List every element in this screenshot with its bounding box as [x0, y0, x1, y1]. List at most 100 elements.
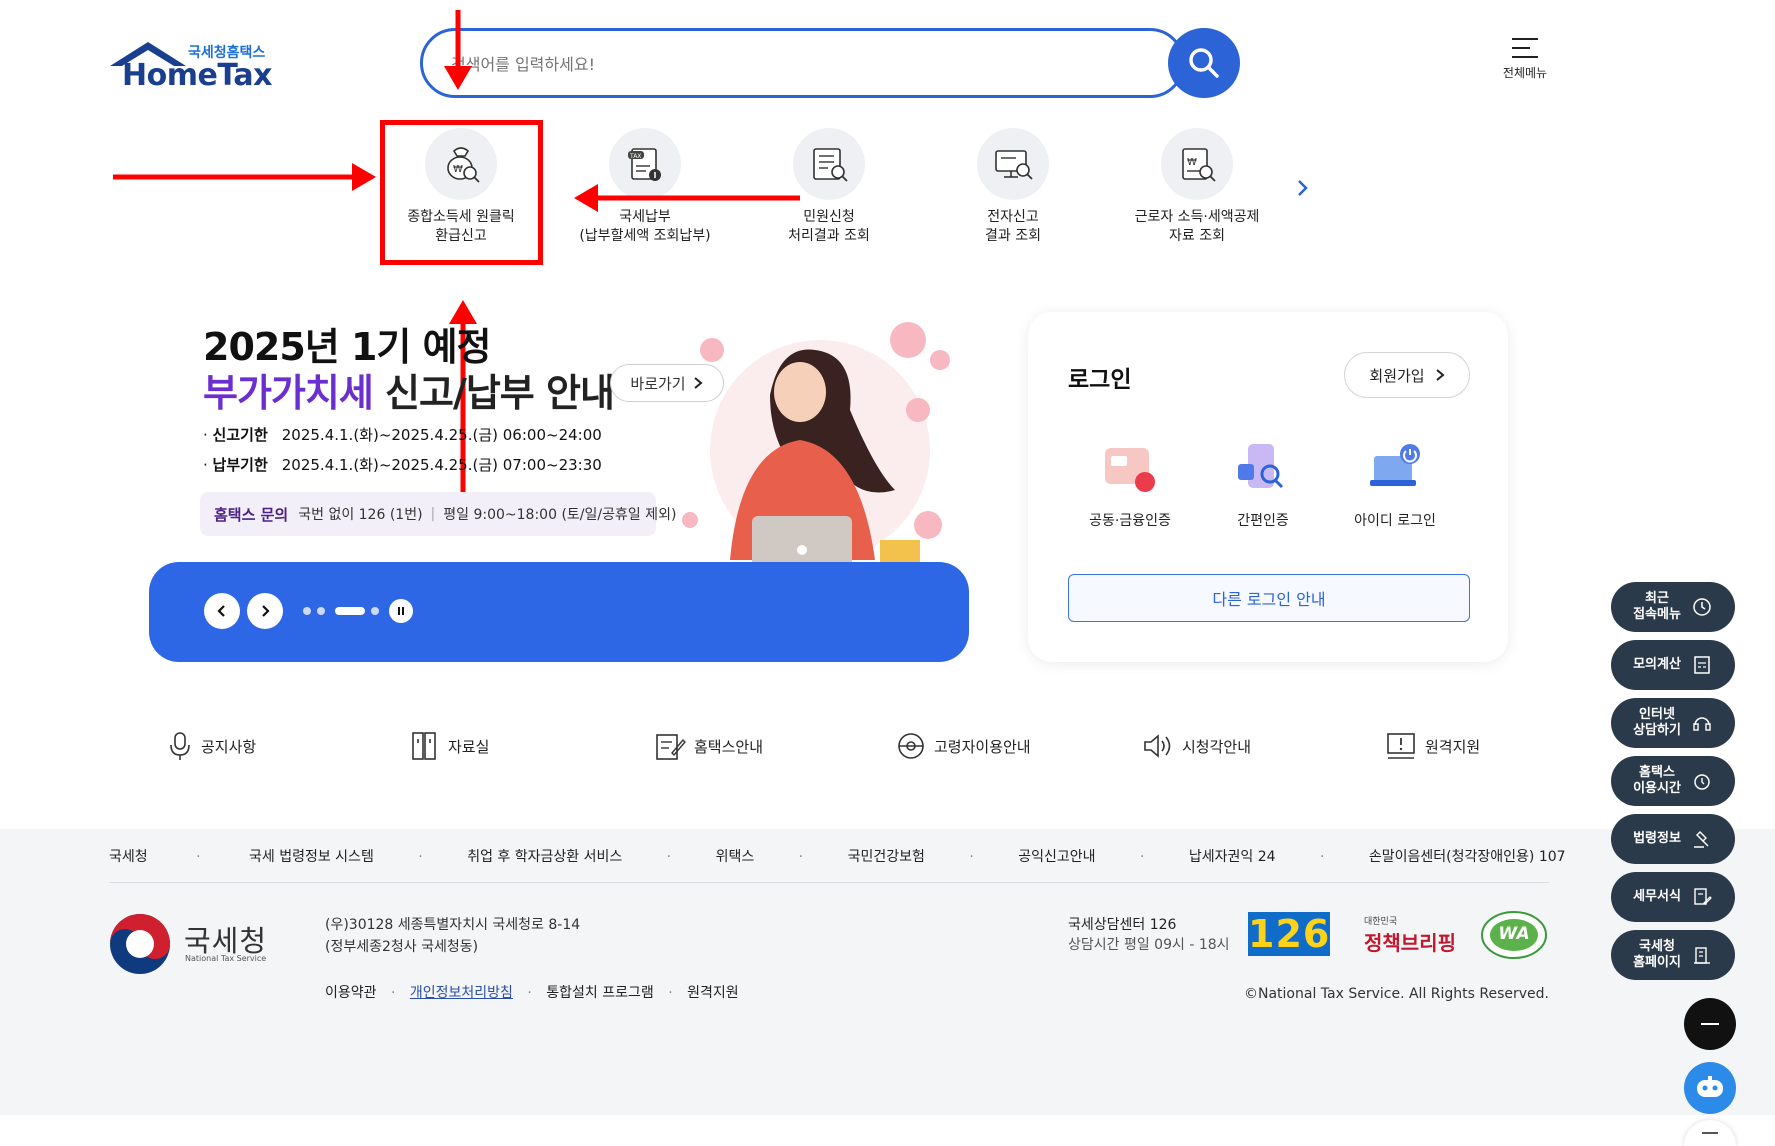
- footer-terms-link[interactable]: 이용약관: [325, 985, 377, 1001]
- side-hometax-hours[interactable]: 홈택스 이용시간: [1611, 756, 1735, 806]
- side-label-line2: 이용시간: [1633, 781, 1681, 796]
- footer-link[interactable]: 국민건강보험: [848, 849, 925, 865]
- side-label-line2: 상담하기: [1633, 723, 1681, 738]
- footer-install-link[interactable]: 통합설치 프로그램: [546, 985, 654, 1001]
- side-label-line1: 모의계산: [1633, 657, 1681, 672]
- chevron-right-icon: [1435, 369, 1445, 381]
- inquiry-phone: 국번 없이 126 (1번): [298, 507, 423, 523]
- wa-mark-logo[interactable]: WA: [1480, 910, 1548, 960]
- footer-link[interactable]: 위택스: [716, 849, 755, 865]
- footer-center-hours: 상담시간 평일 09시 - 18시: [1068, 937, 1230, 953]
- footer-link[interactable]: 취업 후 학자금상환 서비스: [467, 849, 622, 865]
- banner-title-highlight: 부가가치세: [203, 371, 374, 415]
- side-label-line1: 홈택스: [1639, 765, 1675, 780]
- badge-126-logo[interactable]: 126: [1248, 912, 1330, 956]
- login-id[interactable]: 아이디 로그인: [1340, 440, 1450, 530]
- banner-row-value: 2025.4.1.(화)~2025.4.25.(금) 06:00~24:00: [281, 426, 602, 444]
- footer-privacy-link[interactable]: 개인정보처리방침: [410, 985, 513, 1001]
- footer-center-title: 국세상담센터 126: [1068, 917, 1177, 933]
- footer-copyright: ©National Tax Service. All Rights Reserv…: [1244, 986, 1550, 1002]
- side-mock-calculation[interactable]: 모의계산: [1611, 640, 1735, 690]
- footer-link[interactable]: 공익신고안내: [1018, 849, 1095, 865]
- banner-pause-button[interactable]: [389, 599, 413, 623]
- calculator-icon: [1691, 654, 1713, 676]
- minus-icon: [1702, 1132, 1718, 1134]
- chatbot-button[interactable]: [1684, 1062, 1736, 1114]
- footer-link[interactable]: 납세자권익 24: [1189, 849, 1276, 865]
- footer-link[interactable]: 국세 법령정보 시스템: [249, 849, 374, 865]
- footer-related-links: 국세청 · 국세 법령정보 시스템 · 취업 후 학자금상환 서비스 · 위택스…: [109, 849, 1566, 865]
- side-label-line1: 최근: [1645, 591, 1669, 606]
- bottom-nav-remote-support[interactable]: 원격지원: [1385, 726, 1480, 766]
- banner-row-label: 납부기한: [212, 456, 268, 474]
- side-label-line1: 법령정보: [1633, 831, 1681, 846]
- banner-prev-button[interactable]: [204, 593, 240, 629]
- banner-filing-deadline: · 신고기한 2025.4.1.(화)~2025.4.25.(금) 06:00~2…: [203, 426, 602, 444]
- side-nts-homepage[interactable]: 국세청 홈페이지: [1611, 930, 1735, 980]
- login-method-label: 공동·금융인증: [1089, 513, 1171, 529]
- monitor-alert-icon: [1387, 733, 1415, 759]
- certificate-card-icon: [1105, 448, 1155, 492]
- side-law-info[interactable]: 법령정보: [1611, 814, 1735, 864]
- banner-title-rest: 신고/납부 안내: [372, 371, 615, 415]
- phone-search-icon: [1238, 444, 1284, 489]
- document-edit-icon: [1691, 886, 1713, 908]
- footer-divider: [109, 882, 1549, 883]
- footer-remote-link[interactable]: 원격지원: [687, 985, 739, 1001]
- other-login-button[interactable]: 다른 로그인 안내: [1068, 574, 1470, 622]
- side-label-line2: 홈페이지: [1633, 955, 1681, 970]
- inquiry-hours: 평일 9:00~18:00 (토/일/공휴일 제외): [443, 507, 677, 523]
- side-label-line1: 세무서식: [1633, 889, 1681, 904]
- banner-illustration: [682, 322, 950, 590]
- banner-indicator-dot[interactable]: [303, 607, 311, 615]
- footer-address-line1: (우)30128 세종특별자치시 국세청로 8-14: [325, 917, 581, 933]
- banner-payment-deadline: · 납부기한 2025.4.1.(화)~2025.4.25.(금) 07:00~2…: [203, 456, 602, 474]
- banner-indicator-dot[interactable]: [371, 607, 379, 615]
- bottom-nav-library[interactable]: 자료실: [410, 726, 489, 766]
- policy-briefing-small: 대한민국: [1364, 917, 1398, 927]
- chevron-right-icon: [262, 605, 270, 617]
- join-button[interactable]: 회원가입: [1344, 352, 1470, 398]
- banner-row-label: 신고기한: [212, 426, 268, 444]
- bottom-nav-audiovisual[interactable]: 시청각안내: [1142, 726, 1251, 766]
- join-label: 회원가입: [1369, 366, 1425, 385]
- banner-title-line2: 부가가치세 신고/납부 안내: [203, 362, 615, 417]
- bottom-nav-label: 공지사항: [201, 737, 257, 756]
- footer-link[interactable]: 손말이음센터(청각장애인용) 107: [1369, 849, 1566, 865]
- policy-briefing-name: 정책브리핑: [1364, 931, 1456, 955]
- laptop-power-icon: [1370, 444, 1420, 486]
- footer: [0, 829, 1775, 1115]
- bottom-nav-guide[interactable]: 홈택스안내: [654, 726, 763, 766]
- wheel-icon: [898, 733, 924, 759]
- gavel-icon: [1691, 828, 1713, 850]
- minus-icon: [1701, 1023, 1719, 1025]
- login-title: 로그인: [1068, 367, 1132, 393]
- login-method-label: 간편인증: [1237, 513, 1289, 529]
- robot-icon: [1697, 1076, 1723, 1097]
- side-tax-forms[interactable]: 세무서식: [1611, 872, 1735, 922]
- banner-indicator-dot[interactable]: [317, 607, 325, 615]
- footer-address-line2: (정부세종2청사 국세청동): [325, 939, 479, 955]
- policy-briefing-logo[interactable]: 대한민국 정책브리핑: [1364, 914, 1464, 956]
- side-label-line1: 인터넷: [1639, 707, 1675, 722]
- bottom-nav-label: 원격지원: [1425, 737, 1481, 756]
- login-certificate[interactable]: 공동·금융인증: [1075, 440, 1185, 530]
- chevron-left-icon: [217, 605, 225, 617]
- footer-org-sub: National Tax Service: [185, 954, 267, 963]
- login-simple-auth[interactable]: 간편인증: [1208, 440, 1318, 530]
- bottom-nav-label: 고령자이용안내: [934, 737, 1031, 756]
- bottom-nav-notice[interactable]: 공지사항: [167, 726, 256, 766]
- banner-next-button[interactable]: [247, 593, 283, 629]
- banner-indicator-active[interactable]: [335, 607, 365, 615]
- banner-row-value: 2025.4.1.(화)~2025.4.25.(금) 07:00~23:30: [281, 456, 602, 474]
- footer-link[interactable]: 국세청: [109, 849, 148, 865]
- side-label-line2: 접속메뉴: [1633, 607, 1681, 622]
- side-online-consult[interactable]: 인터넷 상담하기: [1611, 698, 1735, 748]
- bottom-nav-senior-guide[interactable]: 고령자이용안내: [896, 726, 1031, 766]
- banner-inquiry: 홈택스 문의 국번 없이 126 (1번) | 평일 9:00~18:00 (토…: [200, 492, 676, 536]
- headset-icon: [1691, 712, 1713, 734]
- side-menu-collapse-button[interactable]: [1684, 998, 1736, 1050]
- bookshelf-icon: [412, 732, 436, 760]
- nts-emblem-icon: [110, 914, 170, 974]
- side-recent-menu[interactable]: 최근 접속메뉴: [1611, 582, 1735, 632]
